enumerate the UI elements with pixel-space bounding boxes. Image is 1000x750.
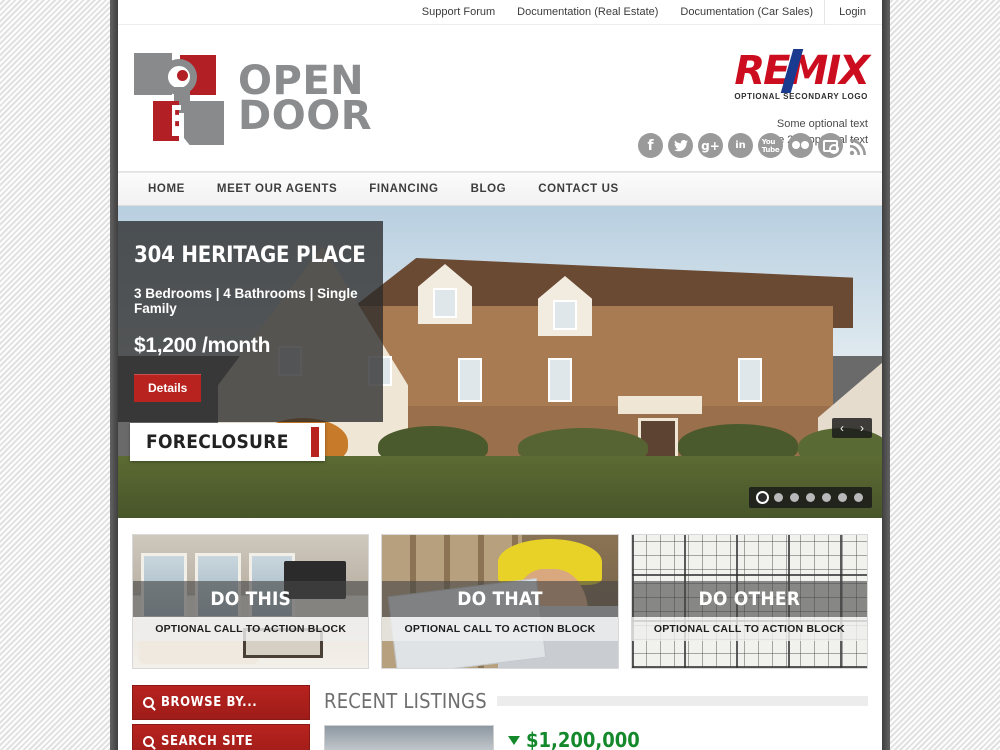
cta-title-band: DO THIS bbox=[133, 581, 369, 617]
topbar-link-login[interactable]: Login bbox=[824, 0, 874, 25]
youtube-icon[interactable]: You Tube bbox=[758, 133, 783, 158]
site-container: Support Forum Documentation (Real Estate… bbox=[118, 0, 882, 750]
logo-line-2: DOOR bbox=[238, 93, 373, 139]
section-header: RECENT LISTINGS bbox=[324, 685, 868, 713]
cta-title: DO THIS bbox=[210, 588, 292, 610]
cta-title-band: DO THAT bbox=[382, 581, 618, 617]
nav-item-blog[interactable]: BLOG bbox=[455, 172, 523, 206]
facebook-icon[interactable]: f bbox=[638, 133, 663, 158]
slider-dot-5[interactable] bbox=[822, 493, 831, 502]
nav-item-contact-us[interactable]: CONTACT US bbox=[522, 172, 635, 206]
listing-price-value: $1,200,000 bbox=[526, 728, 640, 750]
sidebar-item-search-site[interactable]: SEARCH SITE bbox=[132, 724, 310, 750]
topbar-link-support-forum[interactable]: Support Forum bbox=[411, 0, 506, 25]
cta-title: DO OTHER bbox=[698, 588, 801, 610]
topbar-link-documentation-car-sales[interactable]: Documentation (Car Sales) bbox=[669, 0, 824, 25]
cta-block-do-other[interactable]: DO OTHER OPTIONAL CALL TO ACTION BLOCK bbox=[630, 534, 868, 669]
hero-slider[interactable]: 304 HERITAGE PLACE 3 Bedrooms | 4 Bathro… bbox=[118, 206, 882, 518]
google-plus-icon[interactable]: g+ bbox=[698, 133, 723, 158]
main-navigation: HOME MEET OUR AGENTS FINANCING BLOG CONT… bbox=[118, 172, 882, 206]
cta-title-band: DO OTHER bbox=[631, 581, 867, 617]
page-title: RECENT LISTINGS bbox=[324, 689, 487, 713]
status-badge-foreclosure: FORECLOSURE bbox=[130, 423, 325, 461]
logo-wordmark: OPEN DOOR bbox=[238, 61, 373, 139]
recent-listings-section: RECENT LISTINGS $1,200,000 bbox=[324, 685, 868, 750]
search-icon bbox=[143, 736, 154, 747]
cta-block-do-this[interactable]: DO THIS OPTIONAL CALL TO ACTION BLOCK bbox=[132, 534, 370, 669]
social-links: f g+ in You Tube bbox=[638, 133, 870, 158]
cta-subtitle-band: OPTIONAL CALL TO ACTION BLOCK bbox=[133, 617, 369, 641]
cta-subtitle: OPTIONAL CALL TO ACTION BLOCK bbox=[653, 623, 845, 635]
site-logo[interactable]: OPEN DOOR bbox=[134, 53, 372, 145]
slider-dot-2[interactable] bbox=[774, 493, 783, 502]
slider-prev-button[interactable]: ‹ bbox=[832, 418, 852, 438]
page-left-edge bbox=[110, 0, 118, 750]
topbar-link-documentation-real-estate[interactable]: Documentation (Real Estate) bbox=[506, 0, 669, 25]
browse-by-label: BROWSE BY... bbox=[161, 695, 258, 710]
ribbon-accent-bar bbox=[310, 427, 319, 457]
slider-dot-3[interactable] bbox=[790, 493, 799, 502]
slider-arrows: ‹ › bbox=[832, 418, 872, 438]
content-lower: BROWSE BY... SEARCH SITE RECENT LISTINGS… bbox=[118, 681, 882, 750]
search-site-label: SEARCH SITE bbox=[161, 734, 254, 749]
hero-caption: 304 HERITAGE PLACE 3 Bedrooms | 4 Bathro… bbox=[118, 221, 383, 422]
search-icon bbox=[143, 697, 154, 708]
listing-thumbnail bbox=[324, 725, 494, 750]
slider-pagination bbox=[749, 487, 872, 508]
linkedin-icon[interactable]: in bbox=[728, 133, 753, 158]
remax-word-re: RE bbox=[734, 48, 790, 94]
sidebar: BROWSE BY... SEARCH SITE bbox=[132, 685, 310, 750]
sidebar-item-browse-by[interactable]: BROWSE BY... bbox=[132, 685, 310, 720]
nav-item-home[interactable]: HOME bbox=[132, 172, 201, 206]
cta-subtitle-band: OPTIONAL CALL TO ACTION BLOCK bbox=[631, 617, 867, 641]
cta-title: DO THAT bbox=[457, 588, 543, 610]
rss-icon[interactable] bbox=[848, 135, 870, 157]
slider-next-button[interactable]: › bbox=[852, 418, 872, 438]
slider-dot-1[interactable] bbox=[758, 493, 767, 502]
remax-logo-icon: REMIX bbox=[734, 48, 870, 94]
list-item[interactable]: $1,200,000 bbox=[324, 725, 868, 750]
price-down-arrow-icon bbox=[508, 735, 520, 745]
hero-price: $1,200 /month bbox=[134, 334, 271, 357]
utility-topbar: Support Forum Documentation (Real Estate… bbox=[118, 0, 882, 25]
cta-block-do-that[interactable]: DO THAT OPTIONAL CALL TO ACTION BLOCK bbox=[381, 534, 619, 669]
hero-details-button[interactable]: Details bbox=[134, 374, 202, 402]
slider-dot-6[interactable] bbox=[838, 493, 847, 502]
slider-dot-4[interactable] bbox=[806, 493, 815, 502]
flickr-icon[interactable] bbox=[788, 133, 813, 158]
cta-subtitle: OPTIONAL CALL TO ACTION BLOCK bbox=[404, 623, 596, 635]
optional-text-line-1: Some optional text bbox=[776, 118, 868, 130]
hero-title: 304 HERITAGE PLACE bbox=[134, 243, 366, 268]
slider-dot-7[interactable] bbox=[854, 493, 863, 502]
header-rule bbox=[496, 696, 868, 706]
hero-meta: 3 Bedrooms | 4 Bathrooms | Single Family bbox=[134, 286, 358, 316]
cta-subtitle: OPTIONAL CALL TO ACTION BLOCK bbox=[155, 623, 347, 635]
listing-price: $1,200,000 bbox=[508, 725, 640, 750]
key-logo-icon bbox=[134, 53, 224, 145]
nav-item-meet-our-agents[interactable]: MEET OUR AGENTS bbox=[201, 172, 353, 206]
page-right-edge bbox=[882, 0, 890, 750]
cta-subtitle-band: OPTIONAL CALL TO ACTION BLOCK bbox=[382, 617, 618, 641]
foreclosure-label: FORECLOSURE bbox=[146, 431, 289, 453]
instagram-icon[interactable] bbox=[818, 133, 843, 158]
call-to-action-blocks: DO THIS OPTIONAL CALL TO ACTION BLOCK DO… bbox=[118, 518, 882, 681]
site-header: OPEN DOOR REMIX OPTIONAL SECONDARY LOGO … bbox=[118, 25, 882, 172]
twitter-icon[interactable] bbox=[668, 133, 693, 158]
nav-item-financing[interactable]: FINANCING bbox=[353, 172, 454, 206]
